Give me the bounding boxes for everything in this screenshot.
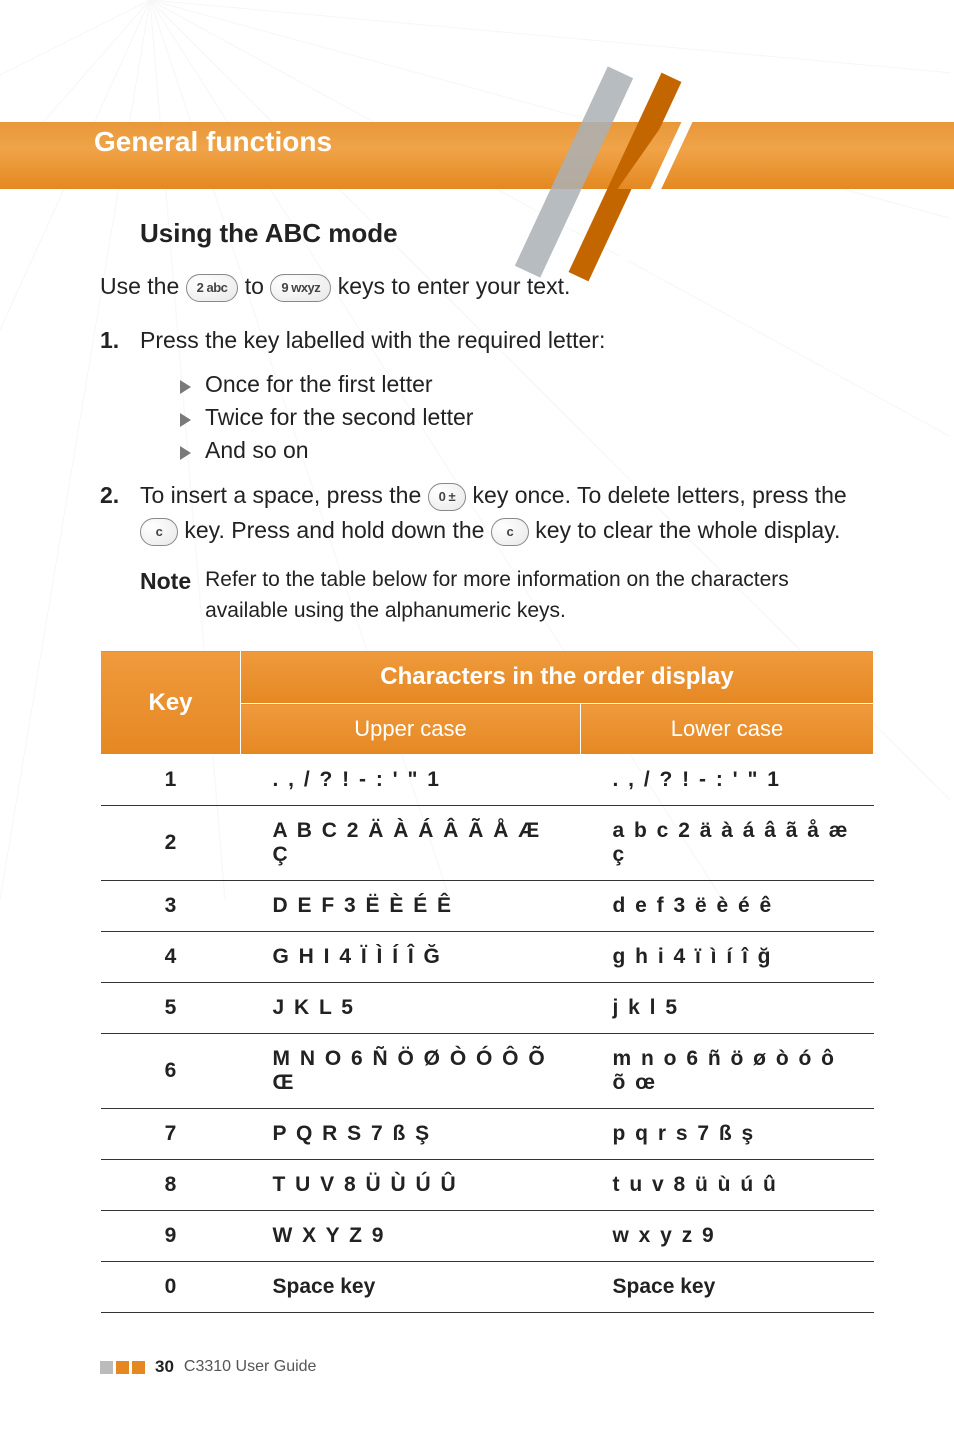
steps-list: 1. Press the key labelled with the requi… [100,323,874,358]
cell-upper: M N O 6 Ñ Ö Ø Ò Ó Ô Õ Œ [241,1034,581,1109]
footer-blocks-icon [100,1361,145,1374]
col-lower-header: Lower case [581,704,874,755]
cell-lower: Space key [581,1262,874,1313]
cell-key: 7 [101,1109,241,1160]
bullet-text: And so on [205,437,309,464]
table-row: 0Space keySpace key [101,1262,874,1313]
text: key to clear the whole display. [535,517,840,543]
text: Use the [100,273,186,299]
cell-upper: J K L 5 [241,983,581,1034]
cell-upper: D E F 3 Ë È É Ê [241,881,581,932]
table-row: 5J K L 5j k l 5 [101,983,874,1034]
cell-key: 6 [101,1034,241,1109]
cell-upper: G H I 4 Ï Ì Í Î Ğ [241,932,581,983]
cell-upper: A B C 2 Ä À Á Â Ã Å Æ Ç [241,806,581,881]
steps-list-2: 2. To insert a space, press the 0 ± key … [100,478,874,547]
bullet-item: And so on [180,437,874,464]
cell-lower: . , / ? ! - : ' " 1 [581,755,874,806]
cell-upper: . , / ? ! - : ' " 1 [241,755,581,806]
cell-lower: w x y z 9 [581,1211,874,1262]
triangle-icon [180,380,191,394]
table-row: 2A B C 2 Ä À Á Â Ã Å Æ Ça b c 2 ä à á â … [101,806,874,881]
bullet-text: Once for the first letter [205,371,433,398]
step-number: 1. [100,323,124,358]
text: key once. To delete letters, press the [473,482,847,508]
key-c-icon: c [140,518,178,546]
key-2-icon: 2 abc [186,274,239,302]
table-row: 6M N O 6 Ñ Ö Ø Ò Ó Ô Õ Œm n o 6 ñ ö ø ò … [101,1034,874,1109]
characters-table: Key Characters in the order display Uppe… [100,650,874,1313]
key-0-icon: 0 ± [428,483,466,511]
bullet-text: Twice for the second letter [205,404,473,431]
page: General functions Using the ABC mode Use… [0,0,954,1433]
note-block: Note Refer to the table below for more i… [140,565,874,626]
triangle-icon [180,446,191,460]
col-upper-header: Upper case [241,704,581,755]
cell-lower: d e f 3 ë è é ê [581,881,874,932]
sub-bullets: Once for the first letter Twice for the … [180,371,874,464]
cell-lower: a b c 2 ä à á â ã å æ ç [581,806,874,881]
note-label: Note [140,565,191,626]
col-key-header: Key [101,651,241,755]
cell-upper: Space key [241,1262,581,1313]
text: keys to enter your text. [338,273,571,299]
table-row: 4G H I 4 Ï Ì Í Î Ğg h i 4 ï ì í î ğ [101,932,874,983]
cell-lower: p q r s 7 ß ş [581,1109,874,1160]
table-row: 9W X Y Z 9w x y z 9 [101,1211,874,1262]
cell-lower: j k l 5 [581,983,874,1034]
col-characters-header: Characters in the order display [241,651,874,704]
text: key. Press and hold down the [184,517,490,543]
cell-upper: T U V 8 Ü Ù Ú Û [241,1160,581,1211]
table-row: 8T U V 8 Ü Ù Ú Ût u v 8 ü ù ú û [101,1160,874,1211]
cell-lower: t u v 8 ü ù ú û [581,1160,874,1211]
step-text: Press the key labelled with the required… [140,323,605,358]
cell-upper: W X Y Z 9 [241,1211,581,1262]
cell-key: 3 [101,881,241,932]
step-2: 2. To insert a space, press the 0 ± key … [100,478,874,547]
table-row: 3D E F 3 Ë È É Êd e f 3 ë è é ê [101,881,874,932]
use-keys-line: Use the 2 abc to 9 wxyz keys to enter yo… [100,269,874,305]
cell-lower: g h i 4 ï ì í î ğ [581,932,874,983]
guide-name: C3310 User Guide [184,1358,317,1376]
subheading-using-abc: Using the ABC mode [140,218,874,249]
text: to [245,273,271,299]
step-text: To insert a space, press the 0 ± key onc… [140,478,874,547]
cell-lower: m n o 6 ñ ö ø ò ó ô õ œ [581,1034,874,1109]
table-body: 1. , / ? ! - : ' " 1. , / ? ! - : ' " 1 … [101,755,874,1313]
cell-key: 5 [101,983,241,1034]
cell-key: 8 [101,1160,241,1211]
step-1: 1. Press the key labelled with the requi… [100,323,874,358]
cell-key: 0 [101,1262,241,1313]
bullet-item: Once for the first letter [180,371,874,398]
triangle-icon [180,413,191,427]
cell-key: 1 [101,755,241,806]
table-row: 1. , / ? ! - : ' " 1. , / ? ! - : ' " 1 [101,755,874,806]
page-number: 30 [155,1357,174,1377]
step-number: 2. [100,478,124,547]
content: Using the ABC mode Use the 2 abc to 9 wx… [100,218,874,1313]
cell-key: 4 [101,932,241,983]
section-title: General functions [94,0,874,158]
text: To insert a space, press the [140,482,428,508]
footer: 30 C3310 User Guide [100,1357,316,1377]
cell-key: 9 [101,1211,241,1262]
cell-upper: P Q R S 7 ß Ş [241,1109,581,1160]
cell-key: 2 [101,806,241,881]
table-row: 7P Q R S 7 ß Şp q r s 7 ß ş [101,1109,874,1160]
note-text: Refer to the table below for more inform… [205,565,874,626]
bullet-item: Twice for the second letter [180,404,874,431]
key-c-icon: c [491,518,529,546]
key-9-icon: 9 wxyz [270,274,331,302]
